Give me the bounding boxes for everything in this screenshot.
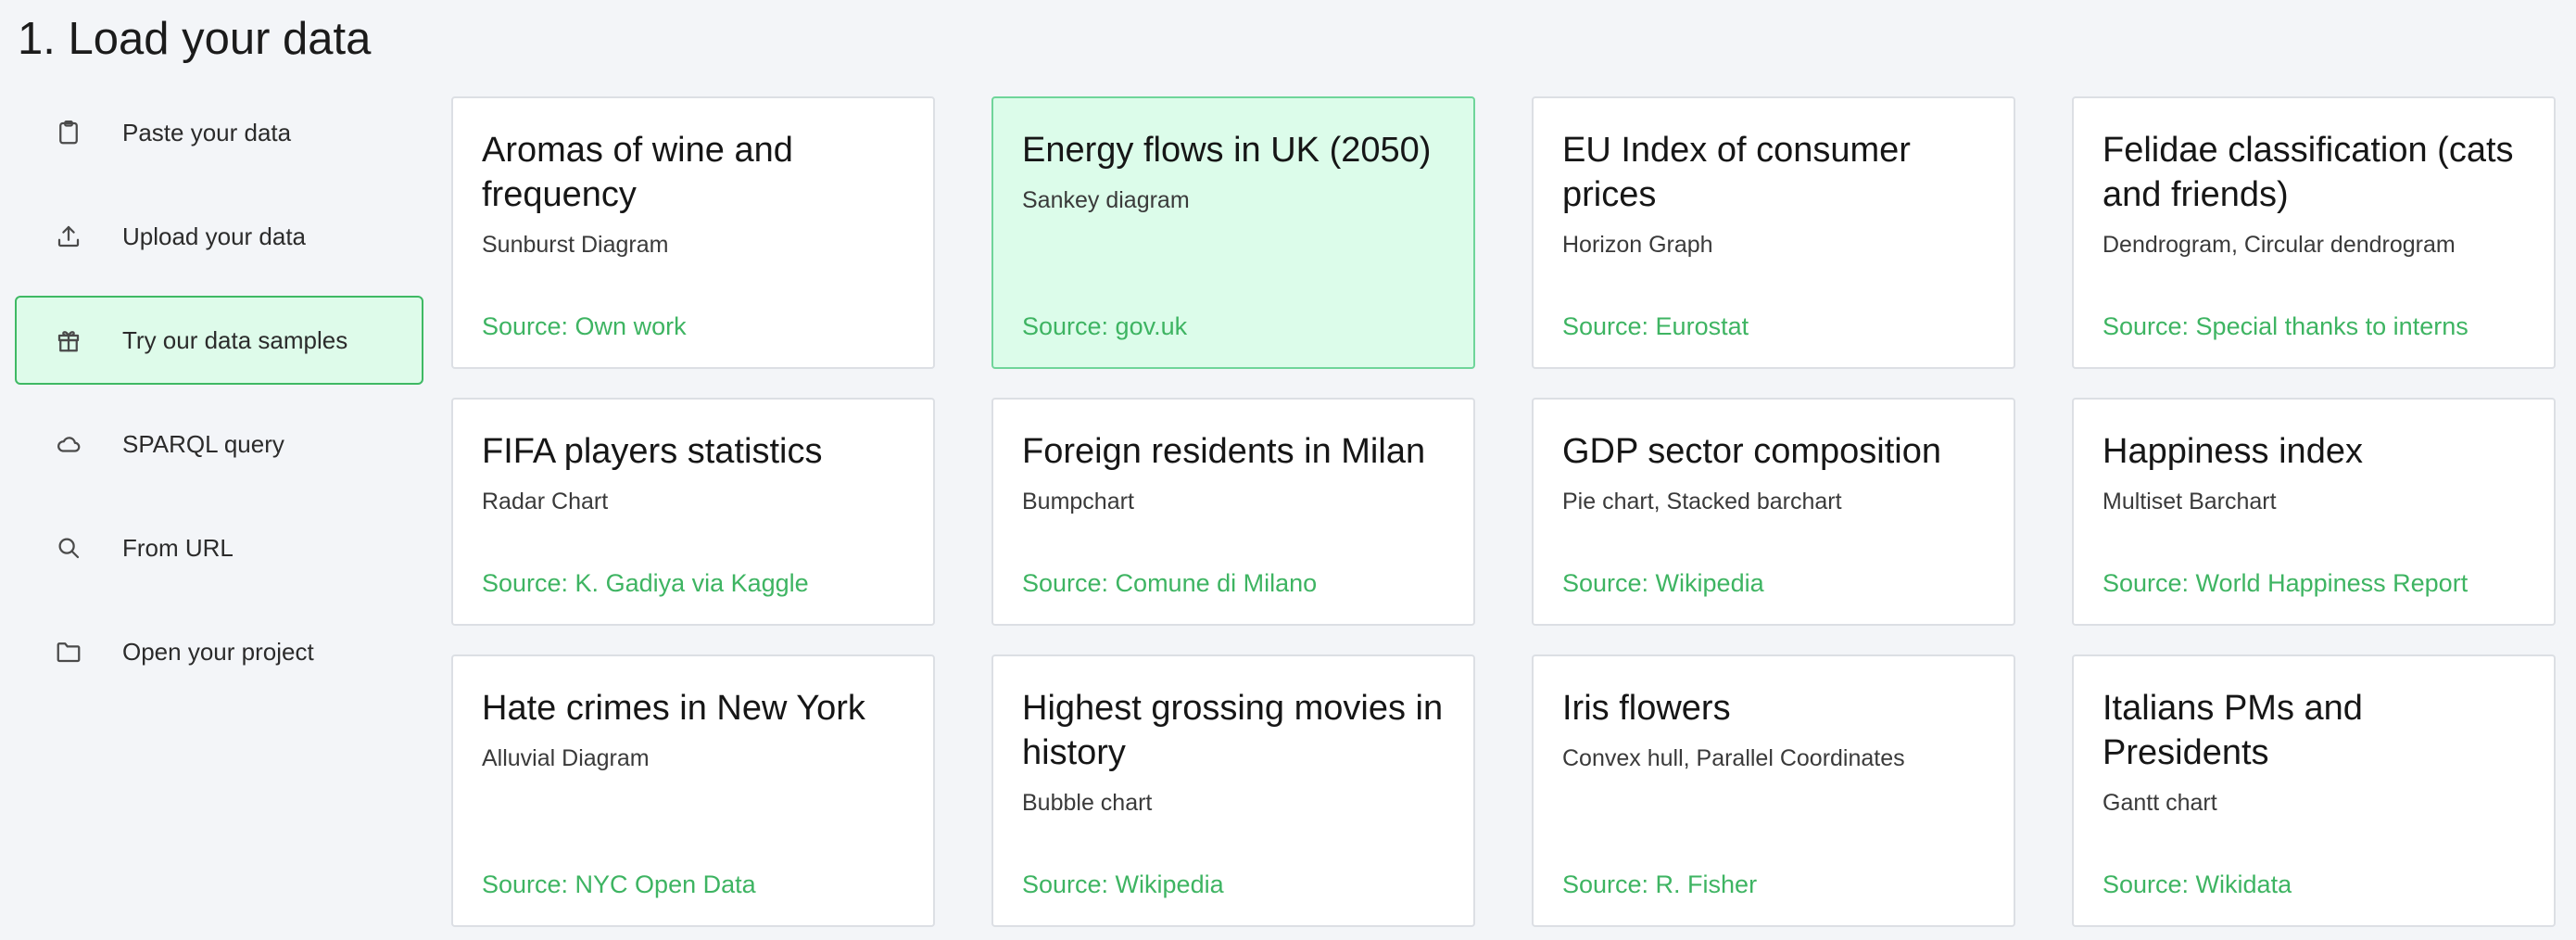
sample-title: Italians PMs and Presidents [2102, 689, 2363, 772]
sidebar-item-sparql[interactable]: SPARQL query [15, 400, 423, 489]
sample-source: Source: Own work [482, 312, 687, 340]
folder-icon [50, 633, 87, 670]
sample-card-movies[interactable]: Highest grossing movies in history Bubbl… [991, 654, 1475, 927]
sample-source: Source: World Happiness Report [2102, 569, 2469, 597]
sample-chart-type: Sunburst Diagram [482, 232, 669, 258]
sidebar-item-samples[interactable]: Try our data samples [15, 296, 423, 385]
sample-title: EU Index of consumer prices [1562, 131, 1911, 214]
sample-card-iris[interactable]: Iris flowers Convex hull, Parallel Coord… [1532, 654, 2015, 927]
sample-title: Hate crimes in New York [482, 689, 865, 728]
sample-title: Iris flowers [1562, 689, 1731, 728]
sample-source: Source: Wikidata [2102, 870, 2292, 898]
sample-chart-type: Radar Chart [482, 489, 609, 514]
sample-title: Foreign residents in Milan [1022, 432, 1426, 471]
sample-source: Source: NYC Open Data [482, 870, 756, 898]
sample-chart-type: Pie chart, Stacked barchart [1562, 489, 1842, 514]
sample-source: Source: Special thanks to interns [2102, 312, 2469, 340]
sidebar-item-label: SPARQL query [122, 429, 284, 458]
sample-card-energy[interactable]: Energy flows in UK (2050) Sankey diagram… [991, 96, 1475, 369]
clipboard-icon [50, 114, 87, 151]
sample-chart-type: Gantt chart [2102, 790, 2217, 816]
sample-chart-type: Sankey diagram [1022, 187, 1190, 213]
sample-title: GDP sector composition [1562, 432, 1942, 471]
sample-source: Source: Eurostat [1562, 312, 1749, 340]
sample-chart-type: Alluvial Diagram [482, 745, 650, 771]
sample-card-happiness[interactable]: Happiness index Multiset Barchart Source… [2072, 398, 2556, 626]
sample-chart-type: Horizon Graph [1562, 232, 1713, 258]
page: 1. Load your data Paste your data Upload… [0, 0, 2576, 940]
page-title: 1. Load your data [18, 14, 372, 64]
sample-card-wine[interactable]: Aromas of wine and frequency Sunburst Di… [451, 96, 935, 369]
sample-card-fifa[interactable]: FIFA players statistics Radar Chart Sour… [451, 398, 935, 626]
sample-source: Source: K. Gadiya via Kaggle [482, 569, 809, 597]
sample-card-felidae[interactable]: Felidae classification (cats and friends… [2072, 96, 2556, 369]
sample-card-gdp[interactable]: GDP sector composition Pie chart, Stacke… [1532, 398, 2015, 626]
sample-card-hate-crimes[interactable]: Hate crimes in New York Alluvial Diagram… [451, 654, 935, 927]
cloud-icon [50, 426, 87, 463]
sample-chart-type: Dendrogram, Circular dendrogram [2102, 232, 2456, 258]
sample-source: Source: Wikipedia [1562, 569, 1764, 597]
sidebar-item-label: Open your project [122, 637, 314, 666]
sample-title: Happiness index [2102, 432, 2363, 471]
sample-source: Source: gov.uk [1022, 312, 1188, 340]
sidebar-item-url[interactable]: From URL [15, 503, 423, 592]
sample-title: Felidae classification (cats and friends… [2102, 131, 2514, 214]
sample-chart-type: Convex hull, Parallel Coordinates [1562, 745, 1905, 771]
sidebar-item-label: Try our data samples [122, 325, 348, 354]
sample-title: FIFA players statistics [482, 432, 823, 471]
sample-chart-type: Bubble chart [1022, 790, 1153, 816]
sample-card-eu-index[interactable]: EU Index of consumer prices Horizon Grap… [1532, 96, 2015, 369]
sample-card-milan[interactable]: Foreign residents in Milan Bumpchart Sou… [991, 398, 1475, 626]
sidebar-item-open-project[interactable]: Open your project [15, 607, 423, 696]
gift-icon [50, 322, 87, 359]
sample-title: Highest grossing movies in history [1022, 689, 1444, 772]
sample-chart-type: Multiset Barchart [2102, 489, 2277, 514]
sidebar-item-label: Paste your data [122, 118, 292, 146]
sample-title: Aromas of wine and frequency [482, 131, 793, 214]
sidebar-item-paste[interactable]: Paste your data [15, 88, 423, 177]
sidebar-item-label: Upload your data [122, 222, 307, 250]
sidebar-item-upload[interactable]: Upload your data [15, 192, 423, 281]
upload-icon [50, 218, 87, 255]
sample-source: Source: R. Fisher [1562, 870, 1758, 898]
sample-card-italian-pms[interactable]: Italians PMs and Presidents Gantt chart … [2072, 654, 2556, 927]
sample-source: Source: Comune di Milano [1022, 569, 1318, 597]
sample-source: Source: Wikipedia [1022, 870, 1224, 898]
sidebar-item-label: From URL [122, 533, 234, 562]
search-icon [50, 529, 87, 566]
sample-chart-type: Bumpchart [1022, 489, 1134, 514]
sidebar: Paste your data Upload your data Try our… [15, 88, 423, 711]
sample-title: Energy flows in UK (2050) [1022, 131, 1432, 170]
